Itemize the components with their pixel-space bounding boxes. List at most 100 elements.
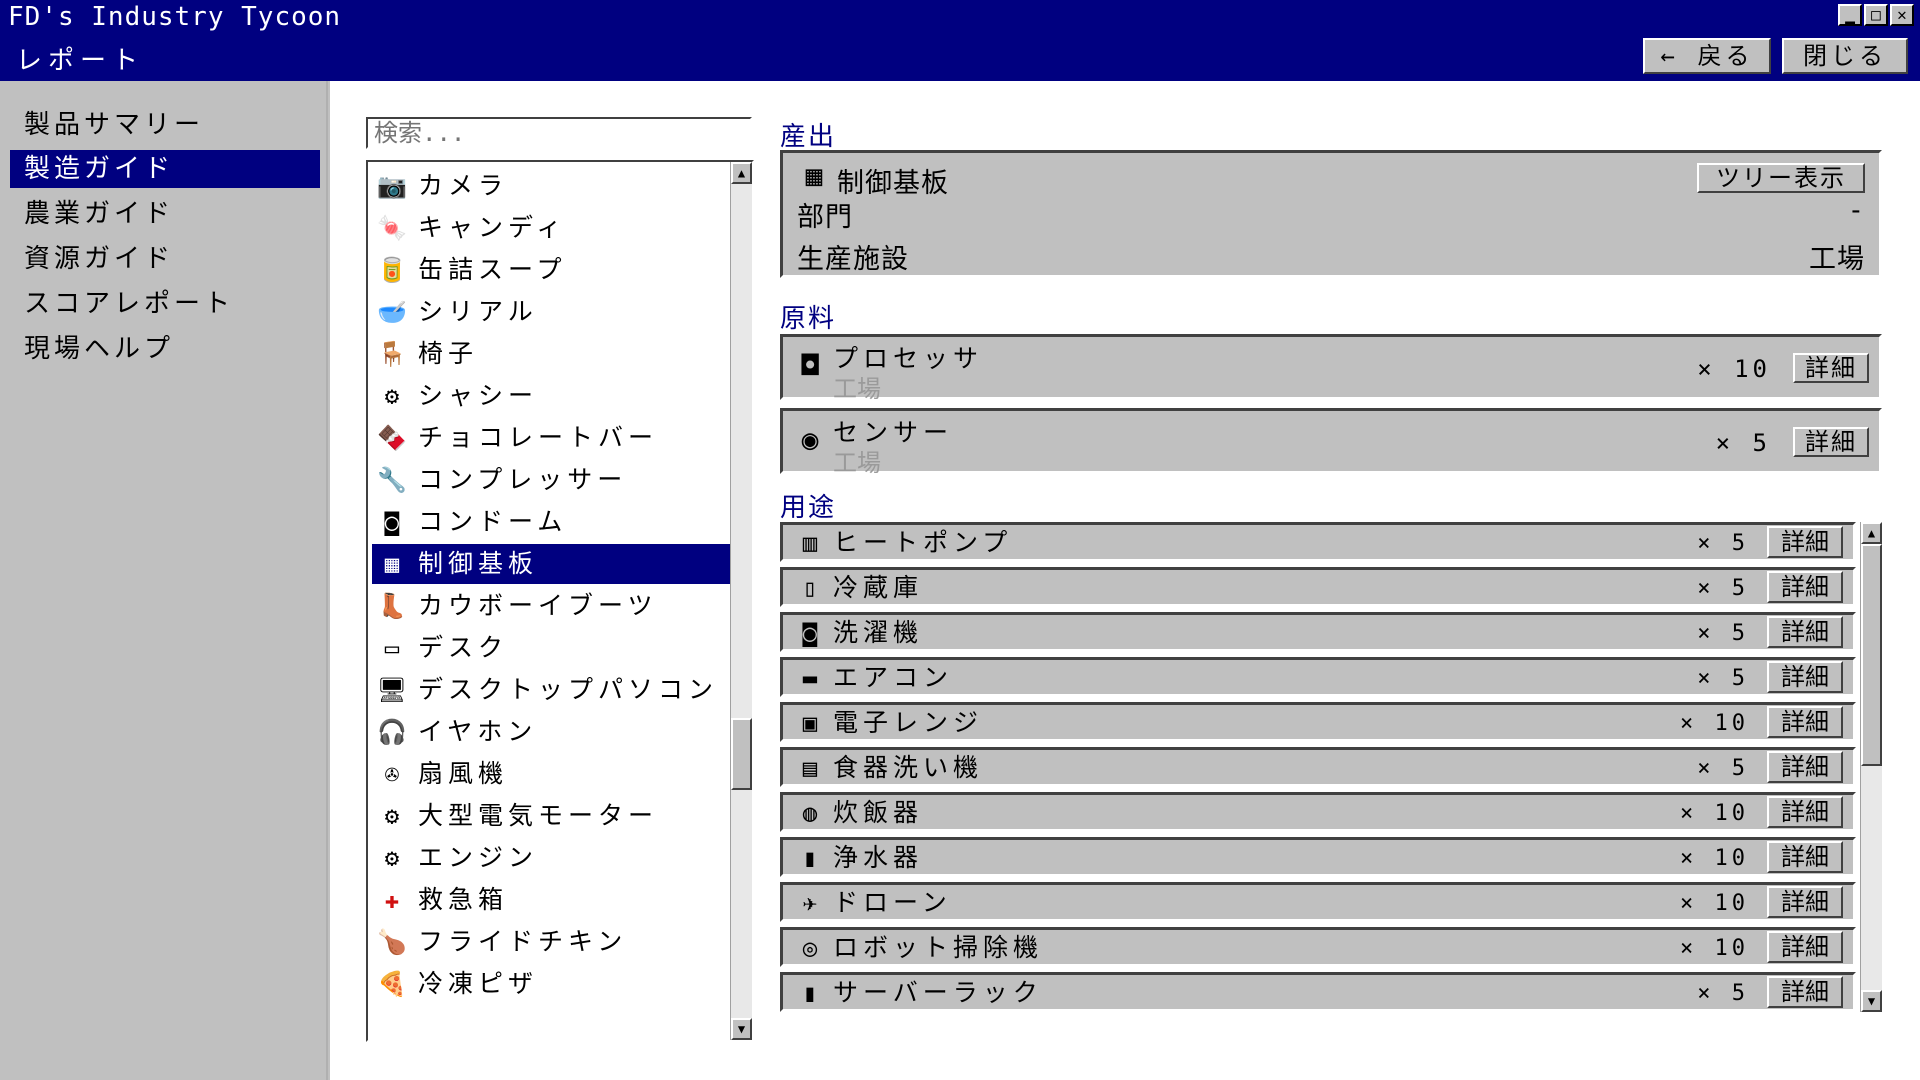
material-source: 工場 xyxy=(833,449,881,477)
list-item[interactable]: 🍬 キャンディ xyxy=(372,208,732,248)
list-item[interactable]: 📷 カメラ xyxy=(372,166,732,206)
use-qty: × 10 xyxy=(1680,936,1749,961)
scroll-thumb[interactable] xyxy=(731,718,752,790)
list-item-label: 制御基板 xyxy=(418,549,539,578)
material-row: ◘ プロセッサ 工場 × 10 詳細 xyxy=(780,334,1882,403)
use-row: ▬ エアコン × 5 詳細 xyxy=(780,657,1856,697)
uses-list: ▥ ヒートポンプ × 5 詳細 ▯ 冷蔵庫 × 5 詳細 ◙ 洗濯機 × 5 詳細 ▬ エアコン × … xyxy=(780,522,1884,1012)
use-name: ドローン xyxy=(833,888,952,917)
scroll-thumb[interactable] xyxy=(1861,544,1882,766)
facility-value: 工場 xyxy=(1809,244,1865,275)
list-item[interactable]: 🍫 チョコレートバー xyxy=(372,418,732,458)
menu-item-manufacturing-guide[interactable]: 製造ガイド xyxy=(10,150,320,188)
use-detail-button[interactable]: 詳細 xyxy=(1767,931,1843,963)
tree-view-button[interactable]: ツリー表示 xyxy=(1697,163,1865,193)
list-item[interactable]: 🥣 シリアル xyxy=(372,292,732,332)
use-row: ▯ 冷蔵庫 × 5 詳細 xyxy=(780,567,1856,607)
list-item-label: カメラ xyxy=(418,171,509,200)
menu-item-resource-guide[interactable]: 資源ガイド xyxy=(10,240,320,278)
list-item[interactable]: ✇ 扇風機 xyxy=(372,754,732,794)
use-name: 洗濯機 xyxy=(833,618,924,647)
use-detail-button[interactable]: 詳細 xyxy=(1767,616,1843,648)
list-item-label: 缶詰スープ xyxy=(418,255,567,284)
menu-item-score-report[interactable]: スコアレポート xyxy=(10,285,320,323)
use-row: ▮ サーバーラック × 5 詳細 xyxy=(780,972,1856,1012)
list-item-label: コンドーム xyxy=(418,507,568,536)
sensor-icon: ◉ xyxy=(801,423,819,456)
engine-icon: ⚙ xyxy=(384,844,400,872)
drone-icon: ✈ xyxy=(802,889,818,917)
circuit-board-icon: ▦ xyxy=(384,550,400,578)
use-name: 冷蔵庫 xyxy=(833,573,924,602)
use-detail-button[interactable]: 詳細 xyxy=(1767,571,1843,603)
list-item[interactable]: 🍕 冷凍ピザ xyxy=(372,964,732,1004)
use-row: ✈ ドローン × 10 詳細 xyxy=(780,882,1856,922)
air-conditioner-icon: ▬ xyxy=(802,664,818,692)
list-item[interactable]: 👢 カウボーイブーツ xyxy=(372,586,732,626)
list-item[interactable]: 🎧 イヤホン xyxy=(372,712,732,752)
material-qty: × 10 xyxy=(1697,355,1771,383)
use-detail-button[interactable]: 詳細 xyxy=(1767,796,1843,828)
material-qty: × 5 xyxy=(1715,429,1771,457)
list-item[interactable]: 🍗 フライドチキン xyxy=(372,922,732,962)
output-heading: 産出 xyxy=(780,122,837,152)
scroll-down-icon[interactable]: ▼ xyxy=(1861,990,1882,1012)
scroll-down-icon[interactable]: ▼ xyxy=(731,1018,752,1040)
robot-vacuum-icon: ◎ xyxy=(802,934,818,962)
product-list: 📷 カメラ 🍬 キャンディ 🥫 缶詰スープ 🥣 シリアル 🪑 椅子 ⚙ シャシー 🍫 チョコレ… xyxy=(366,160,754,1042)
use-qty: × 5 xyxy=(1697,621,1749,646)
back-button[interactable]: ← 戻る xyxy=(1643,38,1771,74)
use-detail-button[interactable]: 詳細 xyxy=(1767,841,1843,873)
close-icon[interactable]: ✕ xyxy=(1890,4,1914,26)
list-item-label: フライドチキン xyxy=(418,927,628,956)
use-row: ▣ 電子レンジ × 10 詳細 xyxy=(780,702,1856,742)
use-detail-button[interactable]: 詳細 xyxy=(1767,976,1843,1008)
frozen-pizza-icon: 🍕 xyxy=(377,970,407,998)
use-detail-button[interactable]: 詳細 xyxy=(1767,886,1843,918)
list-item[interactable]: 🖥 デスクトップパソコン xyxy=(372,670,732,710)
heat-pump-icon: ▥ xyxy=(802,529,818,557)
menu-item-site-help[interactable]: 現場ヘルプ xyxy=(10,330,320,368)
use-detail-button[interactable]: 詳細 xyxy=(1767,526,1843,558)
list-item[interactable]: ⚙ シャシー xyxy=(372,376,732,416)
department-value: - xyxy=(1847,195,1865,226)
use-name: エアコン xyxy=(833,663,954,692)
desktop-pc-icon: 🖥 xyxy=(376,676,408,704)
use-qty: × 5 xyxy=(1697,576,1749,601)
list-item[interactable]: ⚙ 大型電気モーター xyxy=(372,796,732,836)
search-input[interactable] xyxy=(366,117,752,149)
list-item[interactable]: ✚ 救急箱 xyxy=(372,880,732,920)
use-row: ▥ ヒートポンプ × 5 詳細 xyxy=(780,522,1856,562)
list-item[interactable]: 🔧 コンプレッサー xyxy=(372,460,732,500)
list-item-label: チョコレートバー xyxy=(418,423,659,452)
material-detail-button[interactable]: 詳細 xyxy=(1793,427,1869,457)
list-item[interactable]: ⚙ エンジン xyxy=(372,838,732,878)
list-item-label: キャンディ xyxy=(418,213,567,242)
close-button[interactable]: 閉じる xyxy=(1782,38,1908,74)
report-menu: 製品サマリー 製造ガイド 農業ガイド 資源ガイド スコアレポート 現場ヘルプ xyxy=(0,81,328,1080)
scroll-up-icon[interactable]: ▲ xyxy=(731,162,752,184)
list-item-label: 扇風機 xyxy=(418,759,509,788)
fan-icon: ✇ xyxy=(384,760,400,788)
scroll-up-icon[interactable]: ▲ xyxy=(1861,522,1882,544)
use-detail-button[interactable]: 詳細 xyxy=(1767,751,1843,783)
material-detail-button[interactable]: 詳細 xyxy=(1793,353,1869,383)
use-qty: × 5 xyxy=(1697,981,1749,1006)
list-item[interactable]: 🥫 缶詰スープ xyxy=(372,250,732,290)
title-bar: FD's Industry Tycoon レポート ▁ □ ✕ ← 戻る 閉じる xyxy=(0,0,1920,81)
material-source: 工場 xyxy=(833,375,881,403)
list-item[interactable]: ◙ コンドーム xyxy=(372,502,732,542)
maximize-icon[interactable]: □ xyxy=(1864,4,1888,26)
list-item[interactable]: 🪑 椅子 xyxy=(372,334,732,374)
menu-item-agriculture-guide[interactable]: 農業ガイド xyxy=(10,195,320,233)
product-list-scrollbar[interactable]: ▲ ▼ xyxy=(730,162,752,1040)
minimize-icon[interactable]: ▁ xyxy=(1838,4,1862,26)
menu-item-product-summary[interactable]: 製品サマリー xyxy=(10,106,320,144)
use-detail-button[interactable]: 詳細 xyxy=(1767,706,1843,738)
compressor-icon: 🔧 xyxy=(377,466,407,494)
list-item-selected[interactable]: ▦ 制御基板 xyxy=(372,544,732,584)
use-detail-button[interactable]: 詳細 xyxy=(1767,661,1843,693)
uses-scrollbar[interactable]: ▲ ▼ xyxy=(1860,522,1882,1012)
processor-icon: ◘ xyxy=(801,349,819,382)
list-item[interactable]: ▭ デスク xyxy=(372,628,732,668)
